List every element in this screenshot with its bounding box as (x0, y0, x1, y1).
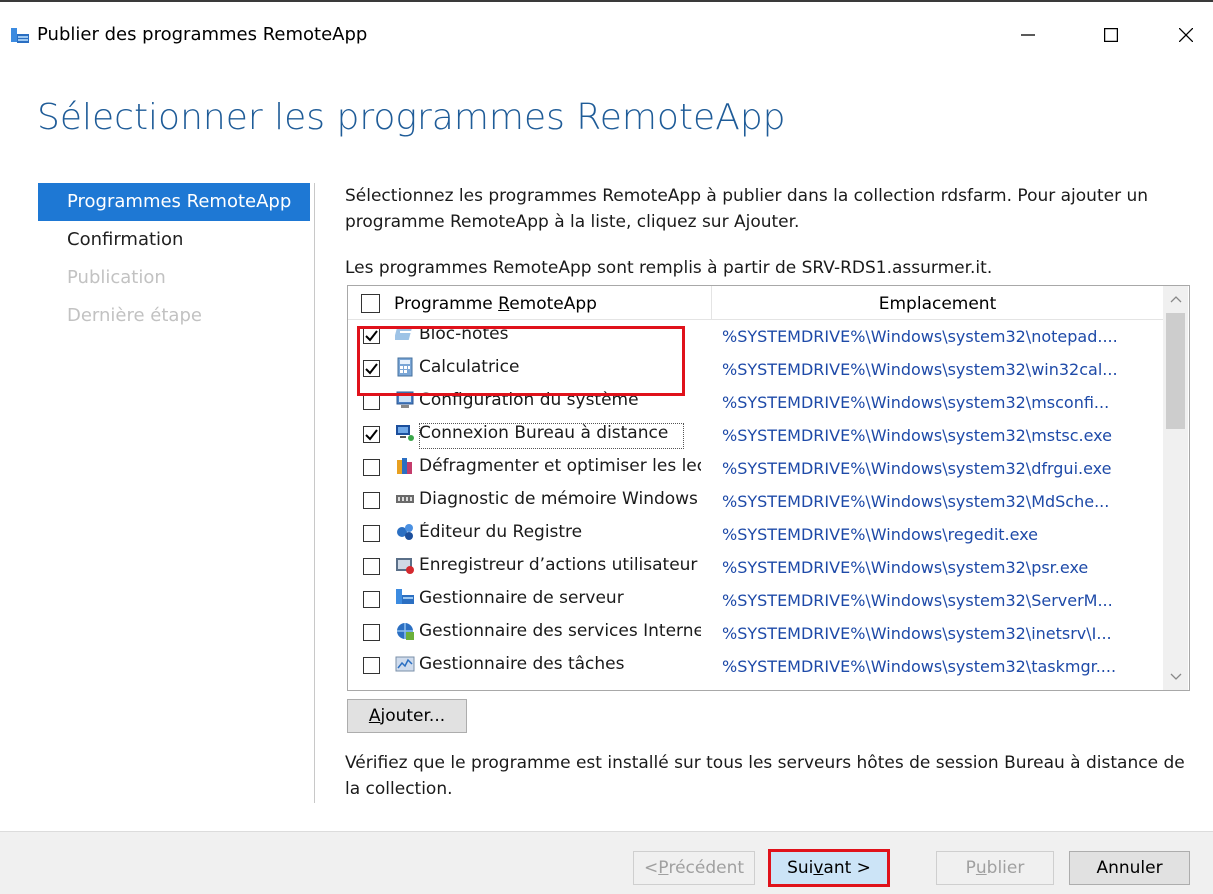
list-item[interactable]: Gestionnaire des services Internet %SYSTE… (348, 616, 1163, 649)
column-header-program[interactable]: Programme RemoteApp (348, 286, 712, 319)
row-checkbox[interactable] (363, 459, 380, 476)
program-name: Éditeur du Registre (419, 522, 583, 542)
list-item[interactable]: Enregistreur d’actions utilisateur %SYSTE… (348, 550, 1163, 583)
program-location: %SYSTEMDRIVE%\Windows\system32\msconfi..… (722, 393, 1110, 412)
chevron-up-icon (1170, 296, 1181, 303)
nav-item-programmes[interactable]: Programmes RemoteApp (38, 183, 310, 221)
intro-text: Sélectionnez les programmes RemoteApp à … (345, 186, 1149, 232)
list-item[interactable]: Gestionnaire de serveur %SYSTEMDRIVE%\Win… (348, 583, 1163, 616)
list-rows: Bloc-notes %SYSTEMDRIVE%\Windows\system32… (348, 319, 1163, 682)
program-name: Défragmenter et optimiser les lec (419, 456, 701, 476)
program-location: %SYSTEMDRIVE%\Windows\system32\inetsrv\I… (722, 624, 1112, 643)
row-checkbox[interactable] (363, 657, 380, 674)
program-name: Gestionnaire de serveur (419, 588, 624, 608)
program-name: Gestionnaire des tâches (419, 654, 625, 674)
program-location: %SYSTEMDRIVE%\Windows\system32\MdSche... (722, 492, 1110, 511)
maximize-button[interactable] (1088, 18, 1134, 52)
list-item[interactable]: Configuration du système %SYSTEMDRIVE%\Wi… (348, 385, 1163, 418)
nav-item-publication: Publication (67, 267, 166, 288)
list-header: Programme RemoteApp Emplacement (348, 286, 1163, 320)
row-checkbox[interactable] (363, 360, 380, 377)
scroll-up-button[interactable] (1163, 286, 1188, 312)
memory-diagnostic-icon (396, 495, 414, 503)
row-checkbox[interactable] (363, 624, 380, 641)
server-manager-icon (396, 589, 414, 604)
source-text: Les programmes RemoteApp sont remplis à … (345, 258, 993, 278)
defrag-icon (397, 458, 412, 474)
row-checkbox[interactable] (363, 426, 380, 443)
program-location: %SYSTEMDRIVE%\Windows\regedit.exe (722, 525, 1039, 544)
registry-editor-icon (397, 524, 413, 540)
row-checkbox[interactable] (363, 393, 380, 410)
nav-item-derniere-etape: Dernière étape (67, 305, 202, 326)
program-location: %SYSTEMDRIVE%\Windows\system32\psr.exe (722, 558, 1089, 577)
checkmark-icon (365, 363, 378, 375)
footnote-text: Vérifiez que le programme est installé s… (345, 753, 1185, 799)
calculator-icon (397, 357, 413, 377)
list-item[interactable]: Bloc-notes %SYSTEMDRIVE%\Windows\system32… (348, 319, 1163, 352)
list-item[interactable]: Diagnostic de mémoire Windows %SYSTEMDRIV… (348, 484, 1163, 517)
vertical-scrollbar[interactable] (1163, 286, 1188, 690)
wizard-nav: Programmes RemoteApp Confirmation Public… (38, 183, 310, 335)
column-header-location[interactable]: Emplacement (712, 286, 1163, 319)
list-item[interactable]: Éditeur du Registre %SYSTEMDRIVE%\Windows… (348, 517, 1163, 550)
focus-rectangle (419, 423, 684, 449)
iis-manager-icon (397, 623, 414, 640)
program-name: Configuration du système (419, 390, 639, 410)
row-checkbox[interactable] (363, 327, 380, 344)
program-name: Enregistreur d’actions utilisateur (419, 555, 698, 575)
close-icon (1179, 28, 1193, 42)
column-header-program-label: Programme RemoteApp (394, 294, 597, 314)
list-item[interactable]: Défragmenter et optimiser les lec %SYSTEM… (348, 451, 1163, 484)
nav-item-confirmation[interactable]: Confirmation (38, 221, 310, 259)
page-title: Sélectionner les programmes RemoteApp (37, 97, 786, 138)
scroll-thumb[interactable] (1166, 313, 1185, 429)
minimize-button[interactable] (1005, 18, 1051, 52)
programs-list[interactable]: Programme RemoteApp Emplacement Bloc-not… (347, 285, 1190, 691)
row-checkbox[interactable] (363, 558, 380, 575)
program-name: Connexion Bureau à distance (419, 423, 701, 449)
program-name: Gestionnaire des services Internet (419, 621, 701, 641)
notepad-icon (395, 329, 412, 340)
select-all-checkbox[interactable] (361, 294, 380, 313)
row-checkbox[interactable] (363, 492, 380, 509)
list-item[interactable]: Connexion Bureau à distance %SYSTEMDRIVE%… (348, 418, 1163, 451)
minimize-icon (1021, 34, 1035, 36)
program-location: %SYSTEMDRIVE%\Windows\system32\notepad..… (722, 327, 1118, 346)
previous-button[interactable]: < Précédent (633, 851, 755, 885)
nav-divider (314, 183, 315, 803)
scroll-down-button[interactable] (1163, 664, 1188, 690)
list-item[interactable]: Calculatrice %SYSTEMDRIVE%\Windows\system… (348, 352, 1163, 385)
server-manager-icon (11, 28, 29, 43)
checkmark-icon (365, 330, 378, 342)
window-title: Publier des programmes RemoteApp (37, 24, 368, 45)
add-button[interactable]: Ajouter... (347, 699, 467, 733)
maximize-icon (1104, 28, 1118, 42)
system-config-icon (396, 391, 414, 408)
next-button[interactable]: Sui v ant > (768, 849, 890, 887)
cancel-button[interactable]: Annuler (1069, 851, 1190, 885)
checkmark-icon (365, 429, 378, 441)
program-location: %SYSTEMDRIVE%\Windows\system32\mstsc.exe (722, 426, 1112, 445)
publish-button[interactable]: Pu blier (936, 851, 1054, 885)
steps-recorder-icon (396, 558, 414, 574)
remote-desktop-icon (396, 425, 414, 441)
program-location: %SYSTEMDRIVE%\Windows\system32\win32cal.… (722, 360, 1118, 379)
program-location: %SYSTEMDRIVE%\Windows\system32\taskmgr..… (722, 657, 1117, 676)
title-top-border (0, 0, 1213, 2)
program-location: %SYSTEMDRIVE%\Windows\system32\ServerM..… (722, 591, 1113, 610)
close-button[interactable] (1163, 18, 1209, 52)
program-name: Calculatrice (419, 357, 520, 377)
program-name: Diagnostic de mémoire Windows (419, 489, 698, 509)
list-item[interactable]: Gestionnaire des tâches %SYSTEMDRIVE%\Win… (348, 649, 1163, 682)
row-checkbox[interactable] (363, 591, 380, 608)
title-bar: Publier des programmes RemoteApp (0, 0, 1213, 68)
row-checkbox[interactable] (363, 525, 380, 542)
task-manager-icon (395, 656, 415, 672)
program-location: %SYSTEMDRIVE%\Windows\system32\dfrgui.ex… (722, 459, 1112, 478)
program-name: Bloc-notes (419, 324, 509, 344)
chevron-down-icon (1170, 673, 1181, 680)
